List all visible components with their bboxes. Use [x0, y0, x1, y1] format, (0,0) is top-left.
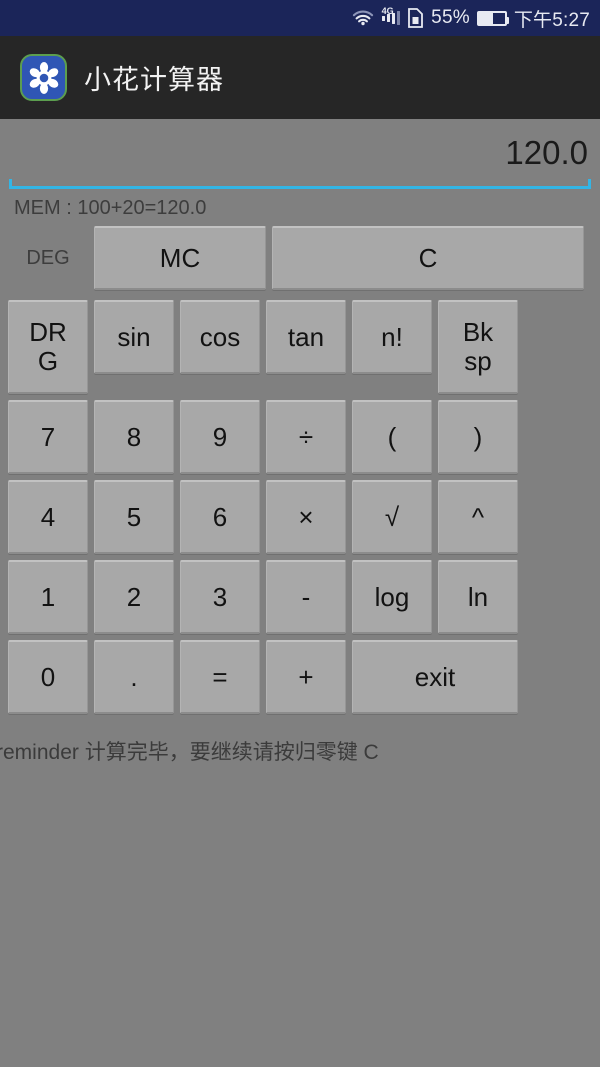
- signal-4g-icon: 4G: [381, 6, 401, 28]
- status-bar: 4G 55% 下午5:27: [0, 0, 600, 36]
- divide-button[interactable]: ÷: [266, 400, 346, 474]
- drg-button[interactable]: DR G: [8, 300, 88, 394]
- display-underline: [9, 179, 591, 189]
- calculator-body: 120.0 MEM : 100+20=120.0 DEG MC C DR Gsin…: [0, 119, 600, 794]
- digit-3-button[interactable]: 3: [180, 560, 260, 634]
- memory-line: MEM : 100+20=120.0: [14, 197, 207, 219]
- ln-button[interactable]: ln: [438, 560, 518, 634]
- flower-app-icon: [20, 54, 67, 101]
- log-button[interactable]: log: [352, 560, 432, 634]
- battery-icon: [476, 10, 509, 26]
- page-title: 小花计算器: [84, 65, 224, 95]
- clock-label: 下午5:27: [513, 9, 590, 31]
- clear-button[interactable]: C: [272, 226, 584, 290]
- cos-button[interactable]: cos: [180, 300, 260, 374]
- tan-button[interactable]: tan: [266, 300, 346, 374]
- keypad-row: 4 5 6 × √ ^: [0, 480, 600, 554]
- digit-9-button[interactable]: 9: [180, 400, 260, 474]
- network-type-label: 4G: [381, 6, 394, 16]
- digit-0-button[interactable]: 0: [8, 640, 88, 714]
- multiply-button[interactable]: ×: [266, 480, 346, 554]
- memory-clear-button[interactable]: MC: [94, 226, 266, 290]
- keypad-row: 1 2 3- log ln: [0, 560, 600, 634]
- display-input[interactable]: 120.0: [8, 133, 592, 179]
- digit-4-button[interactable]: 4: [8, 480, 88, 554]
- signal-bar-1: [381, 15, 386, 21]
- angle-mode-label: DEG: [26, 246, 70, 269]
- minus-button[interactable]: -: [266, 560, 346, 634]
- wifi-icon: [351, 8, 375, 28]
- factorial-button[interactable]: n!: [352, 300, 432, 374]
- left-paren-button[interactable]: (: [352, 400, 432, 474]
- battery-percent-label: 55%: [431, 7, 470, 28]
- app-title-bar: 小花计算器: [0, 36, 600, 119]
- reminder-second-line: :: [0, 768, 600, 793]
- sin-button[interactable]: sin: [94, 300, 174, 374]
- plus-button[interactable]: +: [266, 640, 346, 714]
- digit-6-button[interactable]: 6: [180, 480, 260, 554]
- right-paren-button[interactable]: ): [438, 400, 518, 474]
- digit-5-button[interactable]: 5: [94, 480, 174, 554]
- equals-button[interactable]: =: [180, 640, 260, 714]
- digit-8-button[interactable]: 8: [94, 400, 174, 474]
- keypad-row: 0. = + exit: [0, 640, 600, 714]
- digit-2-button[interactable]: 2: [94, 560, 174, 634]
- sim-card-icon: [407, 8, 424, 28]
- decimal-point-button[interactable]: .: [94, 640, 174, 714]
- backspace-button[interactable]: Bk sp: [438, 300, 518, 394]
- memory-button-row: DEG MC C: [0, 224, 600, 292]
- digit-7-button[interactable]: 7: [8, 400, 88, 474]
- keypad: DR Gsin cos tan n! Bk sp 7 8 9 ÷() 4 5 6 × √ ^ 1 2 3- log ln 0…: [0, 292, 600, 714]
- keypad-row: 7 8 9 ÷(): [0, 400, 600, 474]
- power-button[interactable]: ^: [438, 480, 518, 554]
- battery-fill: [478, 12, 494, 24]
- reminder-text: reminder 计算完毕，要继续请按归零键 C: [0, 741, 379, 764]
- exit-button[interactable]: exit: [352, 640, 518, 714]
- digit-1-button[interactable]: 1: [8, 560, 88, 634]
- keypad-row: DR Gsin cos tan n! Bk sp: [0, 292, 600, 394]
- signal-bar-4: [396, 11, 401, 25]
- sqrt-button[interactable]: √: [352, 480, 432, 554]
- display-area: 120.0: [0, 119, 600, 189]
